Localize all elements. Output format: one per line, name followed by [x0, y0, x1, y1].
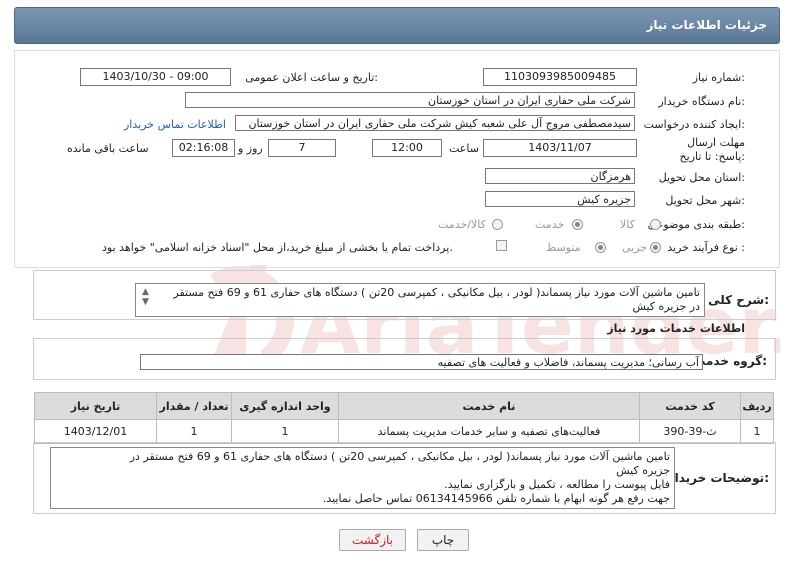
services-table: ردیف کد خدمت نام خدمت واحد اندازه گیری ت…: [34, 392, 774, 444]
category-radio-service[interactable]: [572, 219, 583, 230]
category-label: طبقه بندی موضوعی:: [647, 218, 745, 231]
buyer-contact-link[interactable]: اطلاعات تماس خریدار: [124, 118, 226, 131]
service-group-label: گروه خدمت:: [693, 354, 767, 368]
deadline-time-field[interactable]: 12:00: [372, 139, 442, 157]
table-row[interactable]: 1 ث-39-390 فعالیت‌های تصفیه و سایر خدمات…: [34, 419, 774, 444]
buyer-notes-line: فایل پیوست را مطالعه ، تکمیل و بارگزاری …: [444, 478, 670, 491]
purchase-type-radio-medium[interactable]: [595, 242, 606, 253]
deadline-days-field[interactable]: 7: [268, 139, 336, 157]
buyer-notes-line: جزیره کیش: [616, 464, 670, 477]
summary-text: تامین ماشین آلات مورد نیاز پسماند( لودر …: [173, 286, 700, 313]
buyer-notes-line: تامین ماشین آلات مورد نیاز پسماند( لودر …: [129, 450, 670, 463]
need-number-field[interactable]: 1103093985009485: [483, 68, 637, 86]
deadline-days-label: روز و: [238, 142, 263, 155]
scroll-arrows-icon[interactable]: ▲ ▼: [142, 287, 149, 307]
purchase-type-option-minor: جزیی: [622, 241, 648, 254]
summary-textarea[interactable]: تامین ماشین آلات مورد نیاز پسماند( لودر …: [135, 283, 705, 317]
deadline-time-label: ساعت: [449, 142, 479, 155]
print-button[interactable]: چاپ: [417, 529, 469, 551]
remaining-time-label: ساعت باقی مانده: [67, 142, 149, 155]
announce-datetime-label: تاریخ و ساعت اعلان عمومی:: [245, 71, 378, 84]
purchase-type-option-medium: متوسط: [546, 241, 581, 254]
buyer-notes-textarea[interactable]: تامین ماشین آلات مورد نیاز پسماند( لودر …: [50, 447, 675, 509]
treasury-note: پرداخت تمام یا بخشی از مبلغ خرید،از محل …: [102, 241, 453, 254]
cell-name: فعالیت‌های تصفیه و سایر خدمات مدیریت پسم…: [338, 419, 640, 444]
requester-field[interactable]: سیدمصطفی مروج آل علی شعبه کیش شرکت ملی ح…: [235, 115, 635, 131]
treasury-checkbox[interactable]: [496, 240, 507, 251]
cell-code: ث-39-390: [639, 419, 741, 444]
col-date: تاریخ نیاز: [34, 392, 157, 420]
deadline-label: مهلت ارسال پاسخ: تا تاریخ:: [679, 136, 745, 163]
delivery-city-field[interactable]: جزیره کیش: [485, 191, 635, 207]
col-name: نام خدمت: [338, 392, 640, 420]
cell-date: 1403/12/01: [34, 419, 157, 444]
col-row: ردیف: [740, 392, 774, 420]
page-title: جزئیات اطلاعات نیاز: [646, 18, 767, 32]
back-button[interactable]: بازگشت: [339, 529, 406, 551]
buyer-notes-label: توضیحات خریدار:: [667, 471, 769, 485]
requester-label: ایجاد کننده درخواست:: [643, 118, 745, 131]
cell-row: 1: [740, 419, 774, 444]
delivery-province-field[interactable]: هرمزگان: [485, 168, 635, 184]
buyer-org-field[interactable]: شرکت ملی حفاری ایران در استان خوزستان: [185, 92, 635, 108]
col-code: کد خدمت: [639, 392, 741, 420]
category-radio-goods[interactable]: [650, 219, 661, 230]
category-option-goods-service: کالا/خدمت: [438, 218, 486, 231]
category-radio-goods-service[interactable]: [492, 219, 503, 230]
delivery-province-label: استان محل تحویل:: [658, 171, 745, 184]
table-header-row: ردیف کد خدمت نام خدمت واحد اندازه گیری ت…: [34, 392, 774, 420]
cell-qty: 1: [156, 419, 232, 444]
col-qty: تعداد / مقدار: [156, 392, 232, 420]
need-number-label: شماره نیاز:: [692, 71, 745, 84]
buyer-org-label: نام دستگاه خریدار:: [658, 95, 745, 108]
category-option-service: خدمت: [535, 218, 565, 231]
buyer-notes-line: جهت رفع هر گونه ابهام با شماره تلفن 0613…: [322, 492, 670, 505]
announce-datetime-field[interactable]: 1403/10/30 - 09:00: [80, 68, 231, 86]
page-header: جزئیات اطلاعات نیاز: [14, 7, 780, 44]
remaining-time-field[interactable]: 02:16:08: [172, 139, 235, 157]
deadline-date-field[interactable]: 1403/11/07: [483, 139, 637, 157]
col-unit: واحد اندازه گیری: [231, 392, 339, 420]
purchase-type-label: نوع فرآیند خرید :: [667, 241, 745, 254]
services-title: اطلاعات خدمات مورد نیاز: [607, 322, 745, 335]
cell-unit: 1: [231, 419, 339, 444]
delivery-city-label: شهر محل تحویل:: [665, 194, 745, 207]
purchase-type-radio-minor[interactable]: [650, 242, 661, 253]
service-group-field[interactable]: آب رسانی؛ مدیریت پسماند، فاضلاب و فعالیت…: [140, 354, 703, 370]
category-option-goods: کالا: [620, 218, 635, 231]
